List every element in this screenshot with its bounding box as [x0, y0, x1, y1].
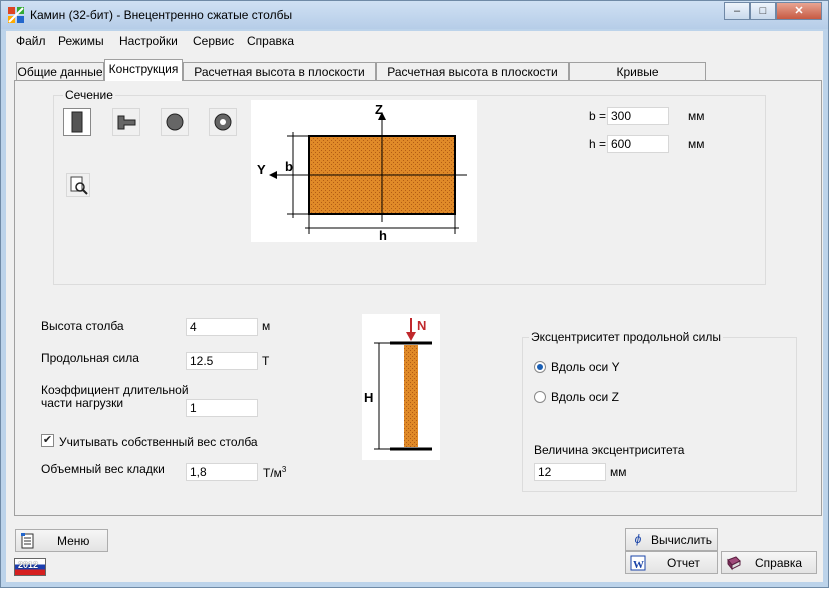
b-label: b = — [589, 109, 607, 123]
h-label: h = — [589, 137, 607, 151]
volume-weight-unit-power: 3 — [281, 465, 287, 474]
h-input[interactable]: 600 — [607, 135, 669, 153]
b-unit: мм — [688, 109, 705, 123]
window-title: Камин (32-бит) - Внецентренно сжатые сто… — [30, 8, 293, 22]
section-group: Сечение Z Y b h b = 300 мм h = 600 мм — [53, 88, 766, 285]
phi-icon: ϕ — [634, 532, 642, 546]
tab-height-xoz[interactable]: Расчетная высота в плоскости XoZ — [376, 62, 569, 97]
rectangle-icon — [71, 111, 83, 133]
eccentricity-unit: мм — [610, 465, 627, 479]
construction-panel: Сечение Z Y b h b = 300 мм h = 600 мм Вы… — [14, 80, 822, 516]
app-logo-icon — [8, 7, 24, 23]
magnifier-icon — [70, 176, 88, 195]
h-dimension-label: h — [379, 228, 387, 242]
menu-list-icon — [21, 533, 34, 549]
volume-weight-unit: Т/м3 — [263, 465, 286, 480]
force-arrow-head — [406, 332, 416, 341]
h-unit: мм — [688, 137, 705, 151]
help-book-icon — [727, 556, 741, 571]
column-diagram: N H — [362, 314, 440, 460]
rectangle-section-button[interactable] — [63, 108, 91, 136]
b-input[interactable]: 300 — [607, 107, 669, 125]
b-dimension-label: b — [285, 159, 293, 174]
help-button-label: Справка — [755, 556, 803, 570]
column-height-label: Высота столба — [41, 319, 124, 333]
version-badge: 2012 — [14, 558, 46, 576]
eccentricity-z-radio[interactable] — [534, 391, 546, 403]
calculate-button[interactable]: ϕ Вычислить — [625, 528, 718, 551]
ring-section-button[interactable] — [209, 108, 237, 136]
menu-help[interactable]: Справка — [247, 34, 294, 48]
eccentricity-y-radio[interactable] — [534, 361, 546, 373]
column-body — [404, 345, 418, 447]
menu-button[interactable]: Меню — [15, 529, 108, 552]
tab-interaction-curves[interactable]: Кривые взаимодействия — [569, 62, 706, 97]
eccentricity-value-label: Величина эксцентриситета — [534, 443, 685, 457]
menu-settings[interactable]: Настройки — [119, 34, 178, 48]
section-legend: Сечение — [63, 88, 115, 102]
version-badge-text: 2012 — [18, 560, 39, 570]
app-window: Камин (32-бит) - Внецентренно сжатые сто… — [0, 0, 829, 588]
tab-height-xoy[interactable]: Расчетная высота в плоскости XoY — [183, 62, 376, 97]
eccentricity-group: Эксцентриситет продольной силы Вдоль оси… — [522, 330, 797, 492]
self-weight-label: Учитывать собственный вес столба — [59, 435, 258, 449]
preview-button[interactable] — [66, 173, 90, 197]
axial-force-unit: Т — [262, 354, 270, 368]
ring-icon — [214, 113, 232, 131]
long-term-coef-label-1: Коэффициент длительной — [41, 383, 189, 397]
maximize-button[interactable]: □ — [750, 2, 776, 20]
long-term-coef-label-2: части нагрузки — [41, 396, 124, 410]
eccentricity-y-label: Вдоль оси Y — [551, 360, 620, 374]
volume-weight-label: Объемный вес кладки — [41, 462, 165, 476]
menu-button-label: Меню — [57, 534, 90, 548]
help-button[interactable]: Справка — [721, 551, 817, 574]
self-weight-checkbox[interactable]: ✔ — [41, 434, 54, 447]
menu-bar: Файл Режимы Настройки Сервис Справка — [6, 31, 823, 51]
volume-weight-unit-text: Т/м — [263, 466, 282, 480]
tab-general[interactable]: Общие данные — [16, 62, 104, 80]
force-label: N — [417, 318, 426, 333]
column-height-input[interactable]: 4 — [186, 318, 258, 336]
volume-weight-input[interactable]: 1,8 — [186, 463, 258, 481]
client-area: Общие данные Конструкция Расчетная высот… — [6, 51, 823, 582]
height-label: H — [364, 390, 373, 405]
menu-file[interactable]: Файл — [16, 34, 46, 48]
axial-force-label: Продольная сила — [41, 351, 139, 365]
t-section-button[interactable] — [112, 108, 140, 136]
menu-modes[interactable]: Режимы — [58, 34, 104, 48]
minimize-button[interactable]: – — [724, 2, 750, 20]
svg-text:W: W — [633, 559, 644, 571]
eccentricity-legend: Эксцентриситет продольной силы — [529, 330, 724, 344]
tab-construction[interactable]: Конструкция — [104, 59, 183, 81]
calculate-button-label: Вычислить — [651, 533, 713, 547]
close-button[interactable]: ✕ — [776, 2, 822, 20]
z-axis-label: Z — [375, 102, 383, 117]
column-height-unit: м — [262, 319, 271, 333]
circle-icon — [166, 113, 184, 131]
word-document-icon: W — [630, 555, 646, 571]
title-bar: Камин (32-бит) - Внецентренно сжатые сто… — [1, 1, 828, 29]
eccentricity-value-input[interactable]: 12 — [534, 463, 606, 481]
report-button-label: Отчет — [667, 556, 700, 570]
report-button[interactable]: W Отчет — [625, 551, 718, 574]
menu-service[interactable]: Сервис — [193, 34, 234, 48]
t-section-icon — [117, 115, 136, 130]
circle-section-button[interactable] — [161, 108, 189, 136]
long-term-coef-input[interactable]: 1 — [186, 399, 258, 417]
eccentricity-z-label: Вдоль оси Z — [551, 390, 619, 404]
y-axis-label: Y — [257, 162, 266, 177]
section-diagram: Z Y b h — [251, 100, 477, 242]
axial-force-input[interactable]: 12.5 — [186, 352, 258, 370]
